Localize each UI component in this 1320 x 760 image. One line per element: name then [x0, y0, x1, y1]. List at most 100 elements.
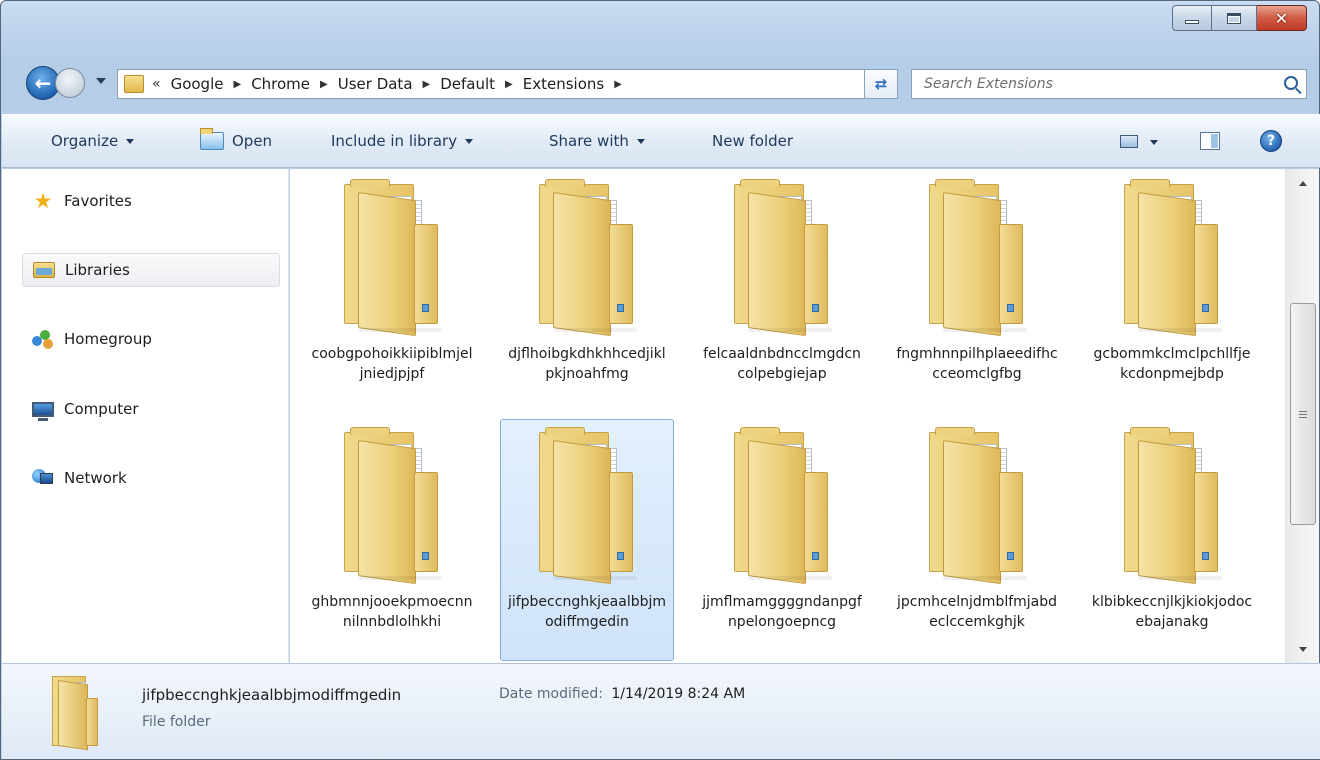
sidebar-item-computer[interactable]: Computer — [22, 392, 280, 426]
preview-pane-icon[interactable] — [1200, 132, 1220, 150]
folder-name: fngmhnnpilhplaeedifhccceomclgfbg — [896, 346, 1058, 382]
folder-name: djflhoibgkdhkhhcedjiklpkjnoahfmg — [508, 346, 666, 382]
view-options-dropdown[interactable] — [1150, 140, 1158, 145]
folder-icon — [344, 427, 442, 585]
folder-item[interactable]: klbibkeccnjlkjkiokjodocebajanakg — [1085, 419, 1259, 661]
folder-icon — [929, 427, 1027, 585]
folder-icon — [52, 676, 100, 751]
folder-name: jifpbeccnghkjeaalbbjmodiffmgedin — [507, 594, 667, 630]
explorer-window: ✕ ← « Google ▶ Chrome ▶ User Data ▶ Default… — [0, 0, 1320, 760]
network-icon — [32, 467, 54, 489]
folder-icon — [124, 75, 144, 93]
command-bar: Organize Open Include in library Share w… — [2, 114, 1320, 168]
folder-name: coobgpohoikkiipiblmjeljniedjpjpf — [311, 346, 473, 382]
search-box[interactable] — [911, 69, 1307, 99]
sidebar-item-libraries[interactable]: Libraries — [22, 253, 280, 287]
share-with-button[interactable]: Share with — [549, 132, 645, 150]
breadcrumb: Google ▶ Chrome ▶ User Data ▶ Default ▶ Exte… — [171, 75, 632, 93]
refresh-button[interactable]: ⇄ — [864, 69, 898, 99]
grip-icon — [1299, 410, 1307, 418]
folder-item[interactable]: ghbmnnjooekpmoecnnnilnnbdlolhkhi — [305, 419, 479, 661]
sidebar-item-network[interactable]: Network — [22, 461, 280, 495]
star-icon: ★ — [33, 189, 53, 213]
folder-icon — [344, 179, 442, 337]
breadcrumb-separator-icon[interactable]: ▶ — [505, 79, 513, 90]
chevron-down-icon — [1299, 646, 1307, 652]
details-item-type: File folder — [142, 714, 211, 730]
folder-name: felcaaldnbdncclmgdcncolpebgiejap — [703, 346, 861, 382]
organize-label: Organize — [51, 132, 119, 150]
open-button[interactable]: Open — [200, 128, 273, 150]
folder-item[interactable]: felcaaldnbdncclmgdcncolpebgiejap — [695, 171, 869, 413]
sidebar-item-favorites[interactable]: ★ Favorites — [22, 184, 280, 218]
folder-name: jjmflmamggggndanpgfnpelongoepncg — [702, 594, 862, 630]
breadcrumb-item[interactable]: Google — [171, 75, 224, 93]
forward-button[interactable] — [55, 68, 85, 98]
folder-icon — [929, 179, 1027, 337]
breadcrumb-separator-icon[interactable]: ▶ — [320, 79, 328, 90]
breadcrumb-separator-icon[interactable]: ▶ — [614, 79, 622, 90]
recent-pages-dropdown[interactable] — [96, 78, 106, 84]
refresh-icon: ⇄ — [874, 75, 888, 93]
breadcrumb-item[interactable]: User Data — [338, 75, 413, 93]
maximize-button[interactable] — [1212, 5, 1257, 31]
back-arrow-icon: ← — [34, 71, 52, 95]
navigation-bar: ← « Google ▶ Chrome ▶ User Data ▶ Default ▶ … — [21, 63, 1311, 103]
folder-item[interactable]: gcbommkclmclpchllfjekcdonpmejbdp — [1085, 171, 1259, 413]
folder-item[interactable]: jjmflmamggggndanpgfnpelongoepncg — [695, 419, 869, 661]
folder-name: klbibkeccnjlkjkiokjodocebajanakg — [1091, 594, 1253, 630]
open-label: Open — [232, 132, 273, 150]
vertical-scrollbar[interactable] — [1285, 169, 1319, 663]
change-view-icon[interactable] — [1120, 135, 1138, 148]
breadcrumb-separator-icon[interactable]: ▶ — [423, 79, 431, 90]
folder-icon — [539, 179, 637, 337]
breadcrumb-item[interactable]: Chrome — [251, 75, 310, 93]
new-folder-button[interactable]: New folder — [712, 132, 793, 150]
scroll-up-button[interactable] — [1286, 169, 1320, 197]
folder-icon — [734, 427, 832, 585]
file-list: coobgpohoikkiipiblmjeljniedjpjpf djflhoi… — [290, 169, 1285, 663]
close-icon: ✕ — [1274, 8, 1289, 28]
folder-item[interactable]: fngmhnnpilhplaeedifhccceomclgfbg — [890, 171, 1064, 413]
minimize-button[interactable] — [1172, 5, 1212, 31]
new-folder-label: New folder — [712, 132, 794, 150]
folder-item-selected[interactable]: jifpbeccnghkjeaalbbjmodiffmgedin — [500, 419, 674, 661]
date-modified-value: 1/14/2019 8:24 AM — [611, 686, 746, 702]
open-folder-icon — [200, 128, 224, 150]
folder-item[interactable]: coobgpohoikkiipiblmjeljniedjpjpf — [305, 171, 479, 413]
include-in-library-label: Include in library — [331, 132, 458, 150]
folder-icon — [1124, 427, 1222, 585]
address-bar[interactable]: « Google ▶ Chrome ▶ User Data ▶ Default ▶ Ex… — [117, 69, 857, 99]
search-input[interactable] — [924, 76, 1254, 92]
navigation-pane: ★ Favorites Libraries Homegroup Computer… — [2, 169, 289, 663]
help-glyph: ? — [1266, 133, 1276, 149]
folder-name: ghbmnnjooekpmoecnnnilnnbdlolhkhi — [311, 594, 473, 630]
breadcrumb-overflow[interactable]: « — [152, 76, 161, 92]
folder-item[interactable]: jpcmhcelnjdmblfmjabdeclccemkghjk — [890, 419, 1064, 661]
sidebar-item-homegroup[interactable]: Homegroup — [22, 322, 280, 356]
breadcrumb-item[interactable]: Default — [440, 75, 495, 93]
folder-name: jpcmhcelnjdmblfmjabdeclccemkghjk — [896, 594, 1058, 630]
scroll-thumb[interactable] — [1290, 303, 1316, 525]
breadcrumb-item[interactable]: Extensions — [523, 75, 604, 93]
folder-icon — [539, 427, 637, 585]
folder-icon — [1124, 179, 1222, 337]
search-icon[interactable] — [1284, 76, 1298, 90]
close-button[interactable]: ✕ — [1257, 5, 1307, 31]
details-date-modified: Date modified: 1/14/2019 8:24 AM — [499, 686, 745, 702]
scroll-down-button[interactable] — [1286, 635, 1320, 663]
homegroup-icon — [32, 328, 54, 350]
chevron-up-icon — [1299, 180, 1307, 186]
breadcrumb-separator-icon[interactable]: ▶ — [233, 79, 241, 90]
sidebar-item-label: Homegroup — [64, 330, 152, 348]
help-icon[interactable]: ? — [1260, 130, 1282, 152]
details-item-name: jifpbeccnghkjeaalbbjmodiffmgedin — [142, 686, 402, 704]
minimize-icon — [1185, 20, 1199, 24]
date-modified-label: Date modified: — [499, 686, 603, 702]
include-in-library-button[interactable]: Include in library — [331, 132, 474, 150]
sidebar-item-label: Network — [64, 469, 127, 487]
sidebar-item-label: Libraries — [65, 261, 130, 279]
folder-item[interactable]: djflhoibgkdhkhhcedjiklpkjnoahfmg — [500, 171, 674, 413]
organize-button[interactable]: Organize — [51, 132, 135, 150]
chevron-down-icon — [636, 138, 645, 144]
